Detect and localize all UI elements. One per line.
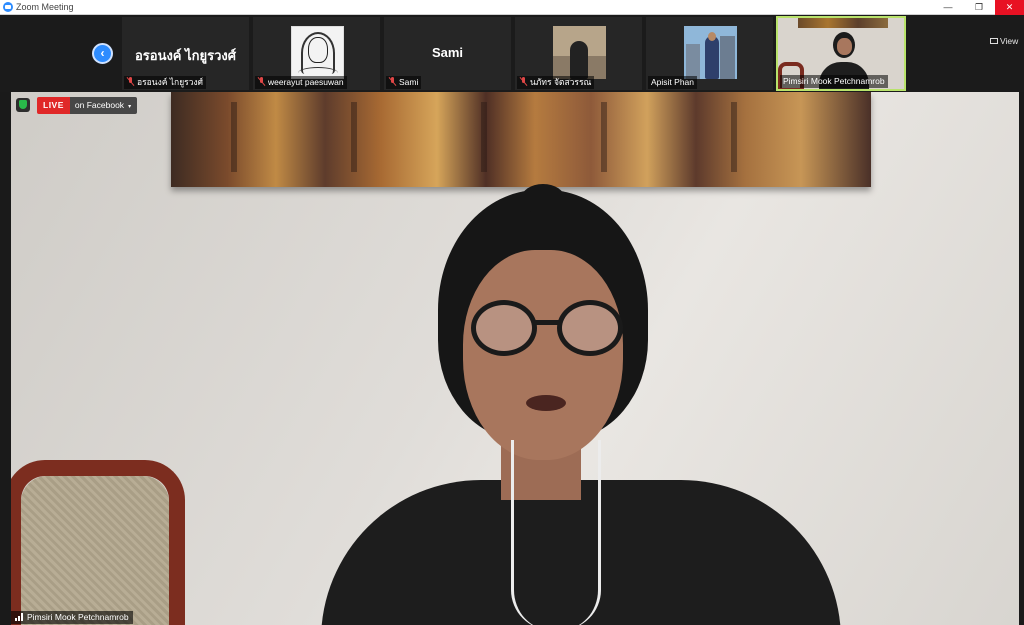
previous-page-button[interactable]: ‹ [92, 43, 113, 64]
view-button[interactable]: View [990, 36, 1018, 46]
security-shield-icon[interactable] [16, 98, 30, 112]
participant-tile[interactable]: Apisit Phan [645, 16, 774, 91]
mic-muted-icon [389, 77, 397, 86]
speaker-name-label: Pimsiri Mook Petchnamrob [11, 611, 133, 624]
participant-name-label: นภัทร จัตสวรรณ [517, 76, 595, 89]
participant-tile[interactable]: Sami Sami [383, 16, 512, 91]
grid-view-icon [990, 38, 998, 44]
participant-display-name: Sami [431, 45, 464, 60]
participant-name-label: weerayut paesuwan [255, 76, 347, 89]
zoom-app-icon [3, 2, 13, 12]
live-label: LIVE [37, 97, 70, 114]
participant-name-label: Pimsiri Mook Petchnamrob [780, 75, 888, 88]
participant-name-label: อรอนงค์ ไกยูรวงศ์ [124, 76, 207, 89]
stream-target-dropdown[interactable]: on Facebook ▾ [69, 97, 138, 114]
participant-video-thumb [291, 26, 344, 79]
participant-name-label: Sami [386, 76, 422, 89]
restore-button[interactable]: ❐ [964, 0, 994, 15]
participant-tile-active-speaker[interactable]: Pimsiri Mook Petchnamrob [776, 16, 906, 91]
participant-tile[interactable]: นภัทร จัตสวรรณ [514, 16, 643, 91]
live-stream-badge[interactable]: LIVE on Facebook ▾ [37, 97, 138, 114]
participant-strip: ‹ อรอนงค์ ไกยูรวงศ์ อรอนงค์ ไกยูรวงศ์ we… [0, 16, 1024, 92]
mic-muted-icon [258, 77, 266, 86]
speaker-person [321, 184, 841, 625]
participant-tile[interactable]: weerayut paesuwan [252, 16, 381, 91]
mic-muted-icon [127, 77, 135, 86]
participant-name-label: Apisit Phan [648, 76, 697, 89]
chevron-down-icon: ▾ [128, 104, 132, 110]
wall-painting [171, 92, 871, 187]
window-title: Zoom Meeting [16, 2, 74, 12]
signal-strength-icon [15, 613, 24, 621]
minimize-button[interactable]: — [933, 0, 963, 15]
participant-video-thumb [553, 26, 606, 79]
participant-tile[interactable]: อรอนงค์ ไกยูรวงศ์ อรอนงค์ ไกยูรวงศ์ [121, 16, 250, 91]
active-speaker-video [11, 92, 1019, 625]
participant-display-name: อรอนงค์ ไกยูรวงศ์ [134, 48, 237, 63]
participant-video-thumb [684, 26, 737, 79]
title-bar: Zoom Meeting — ❐ ✕ [0, 0, 1024, 15]
close-button[interactable]: ✕ [995, 0, 1024, 15]
mic-muted-icon [520, 77, 528, 86]
chair [11, 460, 205, 625]
